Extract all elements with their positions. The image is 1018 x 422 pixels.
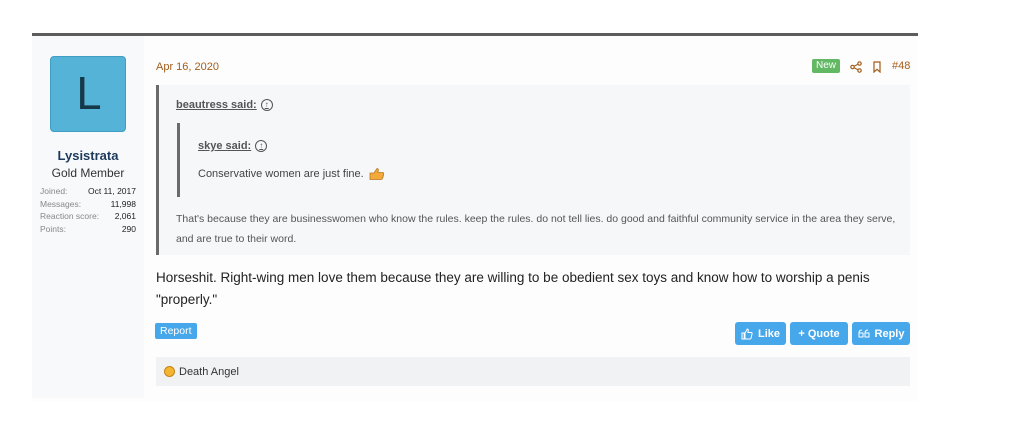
reaction-user[interactable]: Death Angel	[179, 366, 239, 378]
quote-text: That's because they are businesswomen wh…	[176, 213, 896, 245]
stat-label: Reaction score:	[40, 211, 100, 221]
post-date[interactable]: Apr 16, 2020	[156, 61, 219, 73]
quote-author[interactable]: beautress said:	[176, 99, 257, 111]
report-button[interactable]: Report	[155, 323, 197, 339]
laugh-reaction-icon	[164, 366, 175, 377]
nested-quote-block	[177, 123, 907, 197]
avatar-letter: L	[75, 68, 101, 120]
nested-quote-text-row: Conservative women are just fine.	[198, 167, 385, 181]
nested-quote-text: Conservative women are just fine.	[198, 168, 364, 180]
share-icon[interactable]	[850, 60, 862, 73]
stat-value: 11,998	[110, 198, 136, 209]
quote-attribution[interactable]: beautress said: ↑	[176, 99, 273, 111]
stat-joined: Joined: Oct 11, 2017	[40, 185, 136, 198]
user-title: Gold Member	[51, 166, 125, 180]
like-button[interactable]: Like	[735, 322, 786, 345]
stat-label: Points:	[40, 223, 66, 234]
reply-label: Reply	[874, 327, 905, 340]
user-stats: Joined: Oct 11, 2017 Messages: 11,998 Reac…	[40, 185, 136, 235]
nested-quote-author[interactable]: skye said:	[198, 140, 251, 152]
stat-label: Joined:	[40, 186, 68, 196]
reply-quote-icon	[858, 328, 870, 340]
bookmark-icon[interactable]	[871, 60, 883, 74]
quote-block: beautress said: ↑ skye said: ↑ Conservat…	[156, 85, 910, 255]
quote-button[interactable]: + Quote	[790, 322, 848, 345]
post-actions: New #48	[812, 58, 910, 74]
arrow-up-icon[interactable]: ↑	[260, 99, 273, 111]
like-label: Like	[757, 327, 780, 340]
stat-value: Oct 11, 2017	[87, 186, 136, 196]
stat-messages: Messages: 11,998	[40, 198, 136, 211]
nested-quote-attribution[interactable]: skye said: ↑	[198, 140, 268, 152]
username[interactable]: Lysistrata	[32, 148, 144, 163]
avatar[interactable]: L	[50, 56, 126, 132]
quote-label: + Quote	[798, 327, 840, 340]
stat-reaction-score: Reaction score: 2,061	[40, 210, 136, 223]
thumbs-up-icon	[741, 327, 753, 340]
stat-value: 290	[121, 223, 136, 234]
post-top-divider	[32, 33, 918, 36]
stat-value: 2,061	[114, 211, 136, 221]
post-message: Horseshit. Right-wing men love them beca…	[156, 270, 870, 307]
reactions-bar[interactable]: Death Angel	[156, 357, 910, 386]
stat-points: Points: 290	[40, 223, 136, 236]
arrow-up-icon[interactable]: ↑	[255, 140, 268, 152]
new-badge: New	[812, 59, 841, 73]
post-number[interactable]: #48	[892, 60, 910, 72]
stat-label: Messages:	[40, 198, 82, 209]
reply-button[interactable]: Reply	[852, 322, 910, 345]
thumbs-up-emoji-icon	[369, 167, 385, 181]
